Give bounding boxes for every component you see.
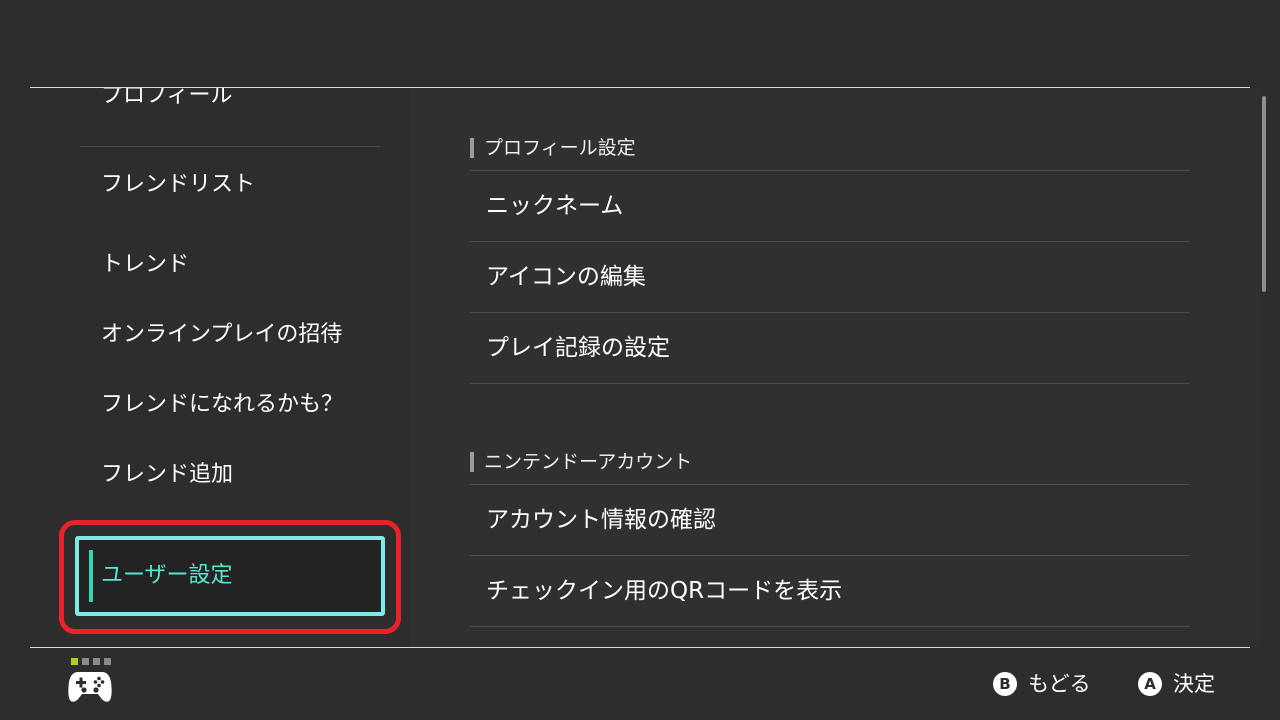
row-label: チェックイン用のQRコードを表示 bbox=[486, 578, 843, 604]
sidebar-item-profile[interactable]: プロフィール bbox=[80, 88, 380, 131]
footer-divider bbox=[30, 647, 1250, 648]
row-edit-icon[interactable]: アイコンの編集 bbox=[470, 242, 1190, 312]
scrollbar[interactable] bbox=[1262, 96, 1266, 292]
row-play-record-settings[interactable]: プレイ記録の設定 bbox=[470, 313, 1190, 383]
b-button-icon: B bbox=[993, 672, 1017, 696]
sidebar-item-friend-list[interactable]: フレンドリスト bbox=[80, 150, 380, 220]
sidebar-item-label: オンラインプレイの招待 bbox=[101, 322, 343, 347]
sidebar-item-online-invite[interactable]: オンラインプレイの招待 bbox=[80, 300, 380, 370]
row-divider bbox=[470, 383, 1190, 384]
sidebar-item-add-friend[interactable]: フレンド追加 bbox=[80, 440, 380, 510]
sidebar-item-label: トレンド bbox=[101, 252, 190, 277]
row-checkin-qr-code[interactable]: チェックイン用のQRコードを表示 bbox=[470, 556, 1190, 626]
player-dot bbox=[93, 658, 100, 665]
confirm-button-hint[interactable]: A 決定 bbox=[1138, 670, 1228, 698]
row-account-info[interactable]: アカウント情報の確認 bbox=[470, 485, 1190, 555]
hint-label: もどる bbox=[1028, 672, 1091, 696]
row-label: アカウント情報の確認 bbox=[486, 507, 716, 533]
player-dot bbox=[82, 658, 89, 665]
a-button-icon: A bbox=[1138, 672, 1162, 696]
section-title: プロフィール設定 bbox=[484, 137, 636, 159]
row-divider bbox=[470, 626, 1190, 627]
section-header-nintendo-account: ニンテンドーアカウント bbox=[470, 450, 692, 474]
section-title: ニンテンドーアカウント bbox=[484, 451, 693, 473]
section-marker bbox=[470, 452, 474, 472]
sidebar-item-label: フレンドリスト bbox=[101, 172, 256, 197]
row-label: ニックネーム bbox=[486, 193, 624, 219]
row-label: プレイ記録の設定 bbox=[486, 335, 670, 361]
row-nickname[interactable]: ニックネーム bbox=[470, 171, 1190, 241]
hint-label: 決定 bbox=[1173, 672, 1215, 696]
gamepad-icon bbox=[68, 672, 112, 702]
highlight-annotation bbox=[59, 520, 401, 634]
sidebar-item-trend[interactable]: トレンド bbox=[80, 230, 380, 300]
row-label: アイコンの編集 bbox=[486, 264, 646, 290]
sidebar-item-suggested-friends[interactable]: フレンドになれるかも？ bbox=[80, 370, 380, 440]
section-marker bbox=[470, 138, 474, 158]
back-button-hint[interactable]: B もどる bbox=[993, 670, 1103, 698]
player-dot bbox=[104, 658, 111, 665]
player-dot bbox=[71, 658, 78, 665]
section-header-profile-settings: プロフィール設定 bbox=[470, 136, 636, 160]
sidebar-item-label: フレンドになれるかも？ bbox=[101, 392, 344, 417]
sidebar-item-label: フレンド追加 bbox=[101, 462, 234, 487]
sidebar-divider bbox=[80, 146, 380, 147]
sidebar-item-label: プロフィール bbox=[101, 88, 233, 108]
